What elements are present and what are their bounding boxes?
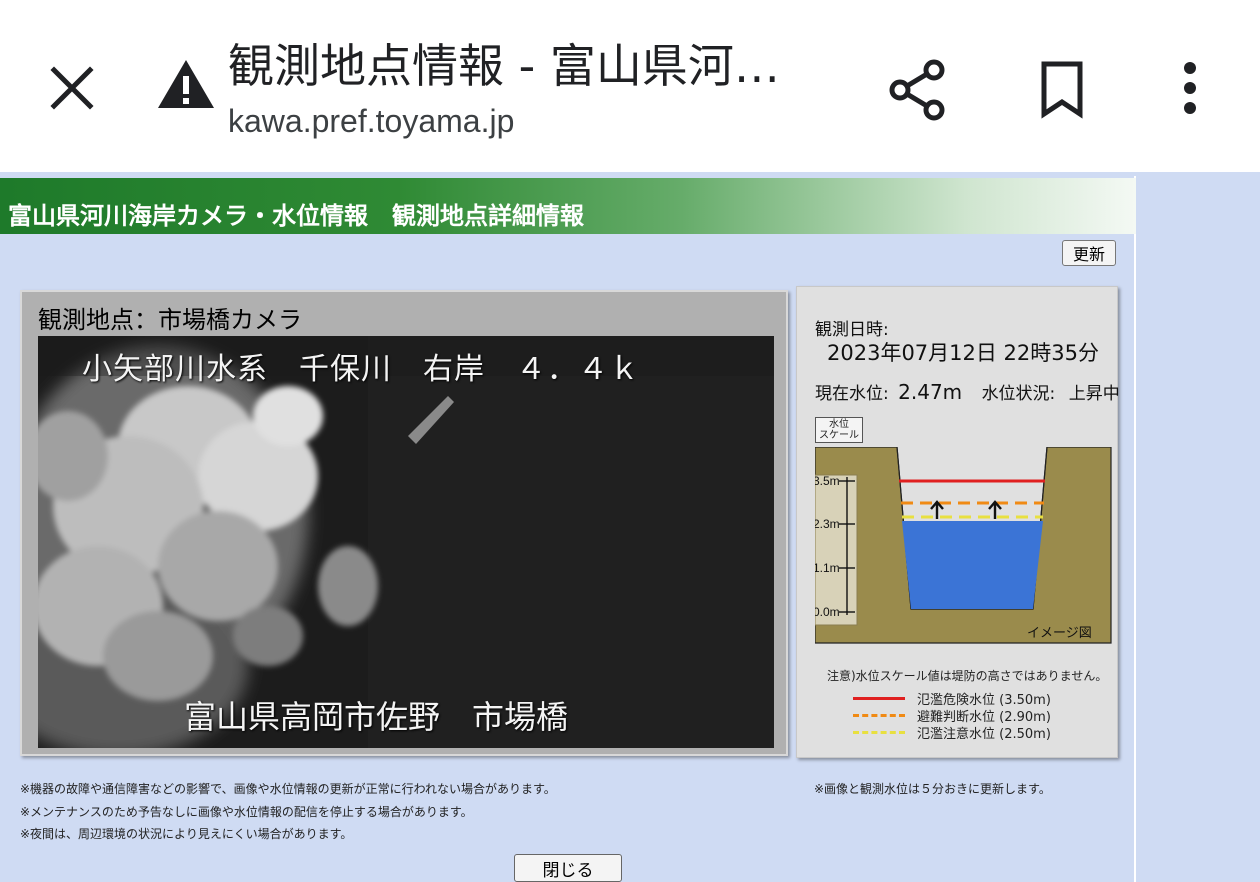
camera-image: 小矢部川水系 千保川 右岸 ４．４ｋ 富山県高岡市佐野 市場橋 xyxy=(38,336,774,748)
close-icon xyxy=(50,66,94,110)
tick-label: 3.5m xyxy=(815,474,840,488)
update-interval-note: ※画像と観測水位は５分おきに更新します。 xyxy=(814,782,1051,796)
close-tab-button[interactable] xyxy=(40,56,104,120)
current-level-value: 2.47m xyxy=(898,380,963,404)
more-vert-icon xyxy=(1184,62,1196,114)
share-button[interactable] xyxy=(884,56,952,124)
scale-ruler xyxy=(815,474,858,626)
legend-label: 氾濫注意水位 (2.50m) xyxy=(917,727,1051,742)
page-container: 富山県河川海岸カメラ・水位情報 観測地点詳細情報 更新 観測地点：市場橋カメラ xyxy=(0,176,1136,882)
scale-caution-note: 注意)水位スケール値は堤防の高さではありません。 xyxy=(827,669,1108,683)
tick-label: 1.1m xyxy=(815,561,840,575)
warning-triangle-icon[interactable] xyxy=(156,58,216,110)
water-scale-button[interactable]: 水位 スケール xyxy=(815,417,863,443)
level-status-label: 水位状況: xyxy=(981,384,1056,404)
legend-swatch xyxy=(853,697,905,700)
header-title: 富山県河川海岸カメラ・水位情報 観測地点詳細情報 xyxy=(8,202,584,230)
current-level-row: 現在水位: 2.47m 水位状況: 上昇中 xyxy=(815,379,1120,404)
foliage-image xyxy=(38,336,774,748)
camera-overlay-location: 富山県高岡市佐野 市場橋 xyxy=(184,698,569,736)
legend-caution: 氾濫注意水位 (2.50m) xyxy=(853,723,1051,742)
legend-swatch xyxy=(853,714,905,717)
camera-overlay-river-name: 小矢部川水系 千保川 右岸 ４．４ｋ xyxy=(82,352,640,387)
water-fill xyxy=(902,521,1043,609)
current-level-label: 現在水位: xyxy=(815,384,889,404)
bookmark-button[interactable] xyxy=(1030,56,1094,124)
page-url[interactable]: kawa.pref.toyama.jp xyxy=(228,103,514,140)
close-button[interactable]: 閉じる xyxy=(514,854,622,882)
water-scale-button-line1: 水位 xyxy=(829,419,849,430)
water-level-diagram: 3.5m 2.3m 1.1m 0.0m イメージ図 xyxy=(815,447,1112,644)
water-level-info-panel: 観測日時: 2023年07月12日 22時35分 現在水位: 2.47m 水位状… xyxy=(796,286,1120,758)
refresh-button[interactable]: 更新 xyxy=(1062,240,1116,266)
browser-toolbar: 観測地点情報 - 富山県河… kawa.pref.toyama.jp xyxy=(0,0,1260,172)
level-status-value: 上昇中 xyxy=(1068,384,1120,404)
observation-datetime-value: 2023年07月12日 22時35分 xyxy=(827,341,1100,365)
header-band: 富山県河川海岸カメラ・水位情報 観測地点詳細情報 xyxy=(0,178,1136,234)
web-page: 富山県河川海岸カメラ・水位情報 観測地点詳細情報 更新 観測地点：市場橋カメラ xyxy=(0,172,1260,882)
water-scale-button-line2: スケール xyxy=(819,430,859,441)
camera-location-label: 観測地点：市場橋カメラ xyxy=(38,306,302,334)
legend-swatch xyxy=(853,731,905,734)
notice-text: ※メンテナンスのため予告なしに画像や水位情報の配信を停止する場合があります。 xyxy=(20,805,473,819)
notice-text: ※夜間は、周辺環境の状況により見えにくい場合があります。 xyxy=(20,827,353,841)
camera-panel: 観測地点：市場橋カメラ 小矢部川水系 千保川 右岸 ４．４ｋ 富山県高岡市佐野 … xyxy=(20,290,788,756)
page-title: 観測地点情報 - 富山県河… xyxy=(228,39,780,93)
notice-text: ※機器の故障や通信障害などの影響で、画像や水位情報の更新が正常に行われない場合が… xyxy=(20,782,556,796)
tick-label: 2.3m xyxy=(815,517,840,531)
more-options-button[interactable] xyxy=(1168,56,1212,124)
tick-label: 0.0m xyxy=(815,605,840,619)
share-icon xyxy=(889,59,945,121)
image-label: イメージ図 xyxy=(1027,626,1092,641)
bookmark-icon xyxy=(1041,61,1083,119)
